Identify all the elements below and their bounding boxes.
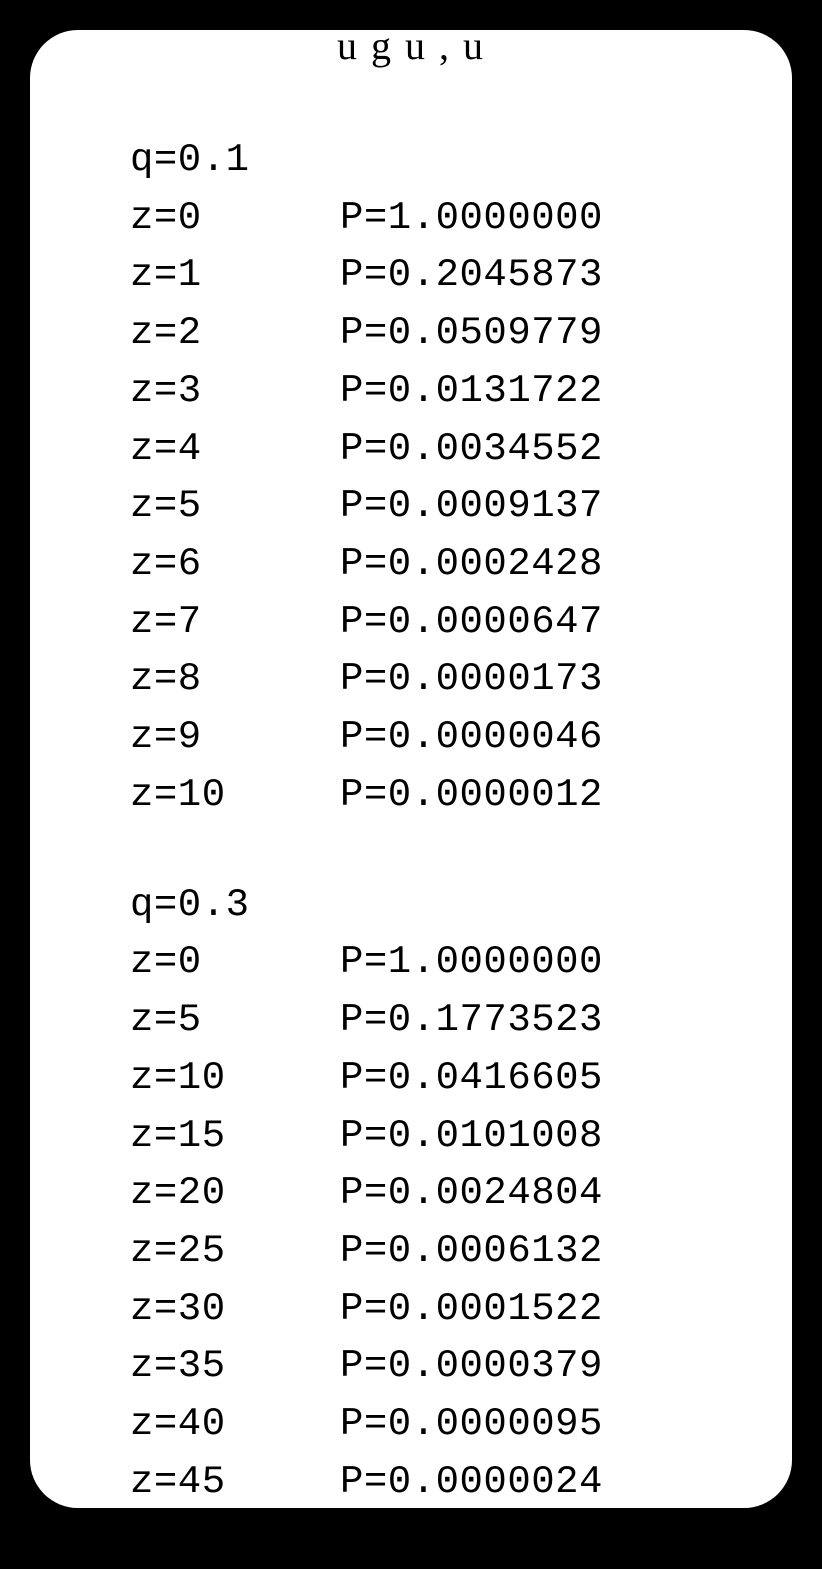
p-value: P=0.0000173 xyxy=(340,651,603,709)
p-value: P=0.0000379 xyxy=(340,1338,603,1396)
p-value: P=0.2045873 xyxy=(340,247,603,305)
z-value: z=10 xyxy=(130,1050,340,1108)
z-value: z=9 xyxy=(130,709,340,767)
z-value: z=3 xyxy=(130,363,340,421)
table-row: z=10P=0.0416605 xyxy=(130,1050,792,1108)
table-row: z=10P=0.0000012 xyxy=(130,767,792,825)
p-value: P=0.0000647 xyxy=(340,594,603,652)
p-value: P=0.0509779 xyxy=(340,305,603,363)
table-row: z=0P=1.0000000 xyxy=(130,190,792,248)
p-value: P=1.0000000 xyxy=(340,190,603,248)
p-value: P=0.0009137 xyxy=(340,478,603,536)
z-value: z=45 xyxy=(130,1454,340,1512)
table-row: z=4P=0.0034552 xyxy=(130,421,792,479)
z-value: z=7 xyxy=(130,594,340,652)
p-value: P=0.0000012 xyxy=(340,767,603,825)
z-value: z=50 xyxy=(130,1512,340,1569)
table-row: z=2P=0.0509779 xyxy=(130,305,792,363)
z-value: z=25 xyxy=(130,1223,340,1281)
result-block-q01: q=0.1 z=0P=1.0000000 z=1P=0.2045873 z=2P… xyxy=(130,132,792,825)
table-row: z=9P=0.0000046 xyxy=(130,709,792,767)
z-value: z=30 xyxy=(130,1281,340,1339)
z-value: z=0 xyxy=(130,934,340,992)
p-value: P=0.0416605 xyxy=(340,1050,603,1108)
table-row: z=5P=0.1773523 xyxy=(130,992,792,1050)
z-value: z=1 xyxy=(130,247,340,305)
q-value-label: q=0.3 xyxy=(130,877,792,935)
z-value: z=2 xyxy=(130,305,340,363)
table-row: z=15P=0.0101008 xyxy=(130,1108,792,1166)
table-row: z=0P=1.0000000 xyxy=(130,934,792,992)
p-value: P=0.0000046 xyxy=(340,709,603,767)
z-value: z=0 xyxy=(130,190,340,248)
p-value: P=0.0101008 xyxy=(340,1108,603,1166)
p-value: P=0.0131722 xyxy=(340,363,603,421)
p-value: P=0.0001522 xyxy=(340,1281,603,1339)
table-row: z=25P=0.0006132 xyxy=(130,1223,792,1281)
table-row: z=3P=0.0131722 xyxy=(130,363,792,421)
z-value: z=5 xyxy=(130,992,340,1050)
z-value: z=4 xyxy=(130,421,340,479)
p-value: P=0.0000024 xyxy=(340,1454,603,1512)
table-row: z=45P=0.0000024 xyxy=(130,1454,792,1512)
p-value: P=0.0034552 xyxy=(340,421,603,479)
z-value: z=35 xyxy=(130,1338,340,1396)
table-row: z=8P=0.0000173 xyxy=(130,651,792,709)
table-row: z=30P=0.0001522 xyxy=(130,1281,792,1339)
table-row: z=40P=0.0000095 xyxy=(130,1396,792,1454)
p-value: P=1.0000000 xyxy=(340,934,603,992)
z-value: z=20 xyxy=(130,1165,340,1223)
document-page: u g u , u q=0.1 z=0P=1.0000000 z=1P=0.20… xyxy=(30,30,792,1508)
p-value: P=0.0000006 xyxy=(340,1512,603,1569)
table-row: z=20P=0.0024804 xyxy=(130,1165,792,1223)
table-row: z=7P=0.0000647 xyxy=(130,594,792,652)
z-value: z=6 xyxy=(130,536,340,594)
z-value: z=15 xyxy=(130,1108,340,1166)
z-value: z=5 xyxy=(130,478,340,536)
table-row: z=6P=0.0002428 xyxy=(130,536,792,594)
p-value: P=0.0024804 xyxy=(340,1165,603,1223)
p-value: P=0.1773523 xyxy=(340,992,603,1050)
table-row: z=50P=0.0000006 xyxy=(130,1512,792,1569)
z-value: z=8 xyxy=(130,651,340,709)
cropped-header-text: u g u , u xyxy=(30,16,792,75)
p-value: P=0.0000095 xyxy=(340,1396,603,1454)
table-row: z=5P=0.0009137 xyxy=(130,478,792,536)
q-value-label: q=0.1 xyxy=(130,132,792,190)
result-block-q03: q=0.3 z=0P=1.0000000 z=5P=0.1773523 z=10… xyxy=(130,877,792,1569)
table-row: z=1P=0.2045873 xyxy=(130,247,792,305)
p-value: P=0.0006132 xyxy=(340,1223,603,1281)
z-value: z=10 xyxy=(130,767,340,825)
z-value: z=40 xyxy=(130,1396,340,1454)
p-value: P=0.0002428 xyxy=(340,536,603,594)
table-row: z=35P=0.0000379 xyxy=(130,1338,792,1396)
